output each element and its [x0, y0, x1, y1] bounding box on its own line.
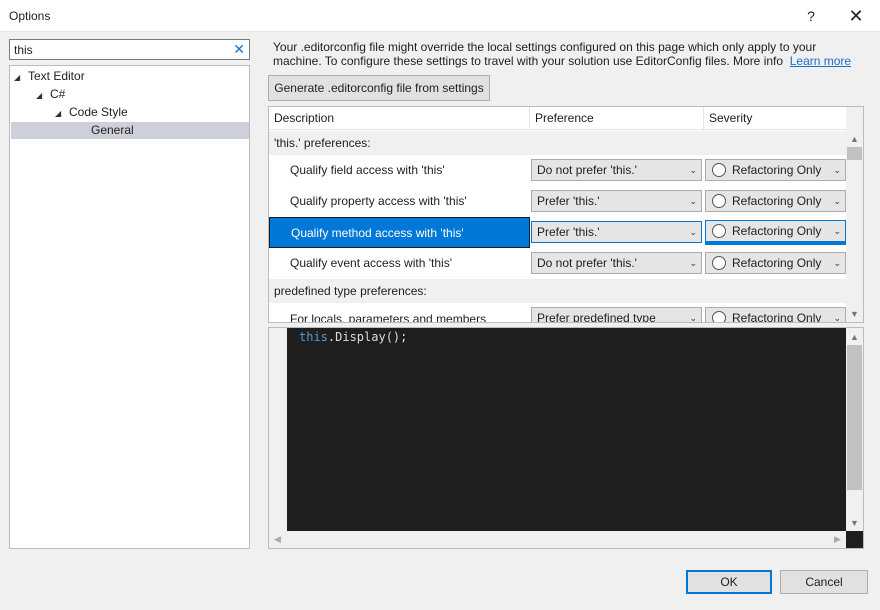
tree-item-text-editor[interactable]: ◢ Text Editor: [14, 67, 85, 85]
preview-vertical-scrollbar[interactable]: ▲ ▼: [846, 328, 863, 531]
scroll-thumb[interactable]: [847, 147, 862, 160]
tree-item-label: General: [91, 123, 134, 137]
info-text: Your .editorconfig file might override t…: [273, 40, 817, 68]
chevron-down-icon: ⌄: [689, 258, 697, 268]
table-row[interactable]: Qualify event access with 'this' Do not …: [269, 248, 847, 279]
severity-radio-icon: [712, 256, 726, 270]
column-header-preference[interactable]: Preference: [530, 107, 704, 130]
severity-radio-icon: [712, 224, 726, 238]
severity-radio-icon: [712, 194, 726, 208]
scroll-thumb[interactable]: [847, 345, 862, 490]
expand-arrow-icon[interactable]: ◢: [55, 105, 69, 123]
tree-item-label: Text Editor: [28, 69, 85, 83]
severity-dropdown[interactable]: Refactoring Only ⌄: [705, 190, 846, 212]
scroll-up-icon[interactable]: ▲: [846, 130, 863, 147]
chevron-down-icon: ⌄: [833, 196, 841, 206]
preference-dropdown[interactable]: Prefer predefined type ⌄: [531, 307, 702, 323]
cancel-button[interactable]: Cancel: [780, 570, 868, 594]
close-button[interactable]: ✕: [836, 0, 876, 32]
dropdown-value: Refactoring Only: [732, 256, 822, 270]
tree-item-csharp[interactable]: ◢ C#: [36, 85, 65, 103]
learn-more-link[interactable]: Learn more: [790, 54, 851, 68]
preference-dropdown[interactable]: Prefer 'this.' ⌄: [531, 221, 702, 243]
tree-item-label: Code Style: [69, 105, 128, 119]
dropdown-value: Prefer 'this.': [537, 194, 600, 208]
preference-dropdown[interactable]: Do not prefer 'this.' ⌄: [531, 252, 702, 274]
preview-code: this.Display();: [299, 330, 407, 344]
title-bar: Options ? ✕: [0, 0, 880, 32]
clear-search-icon[interactable]: ✕: [233, 41, 245, 58]
search-input[interactable]: this ✕: [9, 39, 250, 60]
severity-dropdown[interactable]: Refactoring Only ⌄: [705, 159, 846, 181]
chevron-down-icon: ⌄: [689, 165, 697, 175]
scroll-right-icon[interactable]: ▶: [829, 531, 846, 548]
scroll-down-icon[interactable]: ▼: [846, 305, 863, 322]
tree-item-code-style[interactable]: ◢ Code Style: [55, 103, 128, 121]
chevron-down-icon: ⌄: [689, 196, 697, 206]
preferences-grid: Description Preference Severity 'this.' …: [268, 106, 864, 323]
scroll-down-icon[interactable]: ▼: [846, 514, 863, 531]
preview-gutter: [269, 328, 287, 548]
generate-editorconfig-button[interactable]: Generate .editorconfig file from setting…: [268, 75, 490, 101]
dropdown-value: Refactoring Only: [732, 311, 822, 323]
editorconfig-info: Your .editorconfig file might override t…: [273, 40, 863, 68]
dropdown-value: Do not prefer 'this.': [537, 163, 637, 177]
dropdown-value: Refactoring Only: [732, 224, 822, 238]
table-row[interactable]: Qualify field access with 'this' Do not …: [269, 155, 847, 186]
row-description: Qualify event access with 'this': [290, 256, 452, 270]
tree-item-label: C#: [50, 87, 66, 101]
code-keyword: this: [299, 330, 328, 344]
search-value: this: [14, 43, 33, 57]
preference-dropdown[interactable]: Prefer 'this.' ⌄: [531, 190, 702, 212]
dropdown-value: Refactoring Only: [732, 194, 822, 208]
options-tree: ◢ Text Editor ◢ C# ◢ Code Style General: [9, 65, 250, 549]
group-header-predefined: predefined type preferences:: [269, 279, 847, 303]
dropdown-value: Prefer predefined type: [537, 311, 656, 323]
dropdown-value: Do not prefer 'this.': [537, 256, 637, 270]
dropdown-value: Refactoring Only: [732, 163, 822, 177]
chevron-down-icon: ⌄: [833, 313, 841, 323]
code-rest: .Display();: [327, 330, 408, 344]
grid-scrollbar[interactable]: ▲ ▼: [846, 107, 863, 322]
row-description: Qualify method access with 'this': [269, 217, 530, 248]
table-row[interactable]: For locals, parameters and members Prefe…: [269, 304, 847, 323]
ok-button[interactable]: OK: [686, 570, 772, 594]
tree-item-general[interactable]: General: [91, 121, 134, 139]
row-description: For locals, parameters and members: [290, 312, 487, 323]
expand-arrow-icon[interactable]: ◢: [14, 69, 28, 87]
column-header-description[interactable]: Description: [269, 107, 530, 130]
table-row-selected[interactable]: Qualify method access with 'this' Prefer…: [269, 217, 847, 248]
chevron-down-icon: ⌄: [833, 165, 841, 175]
row-description: Qualify property access with 'this': [290, 194, 467, 208]
severity-radio-icon: [712, 163, 726, 177]
severity-dropdown[interactable]: Refactoring Only ⌄: [705, 252, 846, 274]
table-row[interactable]: Qualify property access with 'this' Pref…: [269, 186, 847, 217]
chevron-down-icon: ⌄: [689, 313, 697, 323]
window-title: Options: [9, 9, 51, 23]
help-button[interactable]: ?: [791, 0, 831, 32]
scroll-left-icon[interactable]: ◀: [269, 531, 286, 548]
preview-horizontal-scrollbar[interactable]: ◀ ▶: [269, 531, 846, 548]
chevron-down-icon: ⌄: [833, 226, 841, 236]
expand-arrow-icon[interactable]: ◢: [36, 87, 50, 105]
group-header-this: 'this.' preferences:: [269, 131, 847, 155]
grid-header: Description Preference Severity: [269, 107, 847, 130]
column-header-severity[interactable]: Severity: [704, 107, 847, 130]
preference-dropdown[interactable]: Do not prefer 'this.' ⌄: [531, 159, 702, 181]
severity-radio-icon: [712, 311, 726, 322]
severity-dropdown[interactable]: Refactoring Only ⌄: [705, 220, 846, 245]
dropdown-value: Prefer 'this.': [537, 225, 600, 239]
row-description: Qualify field access with 'this': [290, 163, 445, 177]
severity-dropdown[interactable]: Refactoring Only ⌄: [705, 307, 846, 323]
chevron-down-icon: ⌄: [833, 258, 841, 268]
code-preview: this.Display(); ▲ ▼ ◀ ▶: [268, 327, 864, 549]
chevron-down-icon: ⌄: [689, 227, 697, 237]
scroll-up-icon[interactable]: ▲: [846, 328, 863, 345]
